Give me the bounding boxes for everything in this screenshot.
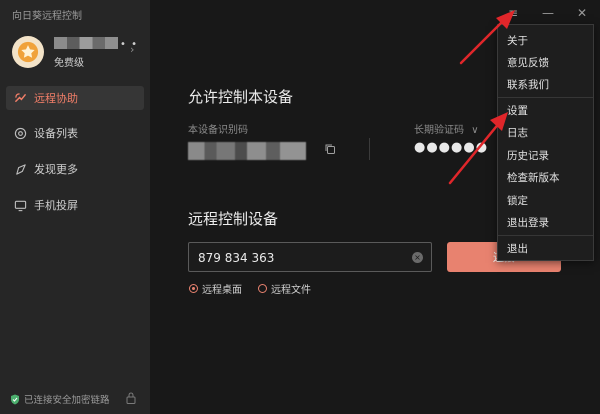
device-list-icon bbox=[14, 127, 27, 139]
verification-code-value: ●●●●●● bbox=[414, 140, 489, 155]
radio-checked-icon bbox=[189, 284, 198, 293]
verification-code-label[interactable]: 长期验证码 ∨ bbox=[414, 121, 479, 136]
menu-item-exit[interactable]: 退出 bbox=[498, 237, 593, 259]
divider bbox=[369, 138, 370, 160]
avatar[interactable] bbox=[12, 36, 44, 68]
menu-item-contact[interactable]: 联系我们 bbox=[498, 73, 593, 95]
chevron-right-icon[interactable]: › bbox=[130, 43, 134, 56]
app-window: 向日葵远程控制 • • › 免费级 远程协助 设备列表 发现更多 手机投屏 已连… bbox=[0, 0, 600, 414]
menu-item-settings[interactable]: 设置 bbox=[498, 99, 593, 121]
remote-assist-icon bbox=[15, 92, 26, 102]
sidebar-item-label: 设备列表 bbox=[34, 127, 78, 140]
sidebar-item-label: 远程协助 bbox=[34, 92, 78, 105]
chevron-down-icon: ∨ bbox=[471, 125, 479, 136]
radio-label: 远程桌面 bbox=[202, 285, 242, 296]
sidebar-item-label: 发现更多 bbox=[34, 163, 78, 176]
allow-control-title: 允许控制本设备 bbox=[188, 88, 294, 106]
menu-item-check-update[interactable]: 检查新版本 bbox=[498, 166, 593, 188]
sidebar-item-screen-cast[interactable]: 手机投屏 bbox=[6, 193, 144, 217]
sidebar-item-discover[interactable]: 发现更多 bbox=[6, 157, 144, 181]
menu-item-about[interactable]: 关于 bbox=[498, 29, 593, 51]
device-id-label: 本设备识别码 bbox=[188, 125, 248, 136]
remote-control-title: 远程控制设备 bbox=[188, 210, 279, 228]
clear-icon[interactable]: × bbox=[412, 252, 423, 263]
sidebar-item-device-list[interactable]: 设备列表 bbox=[6, 121, 144, 145]
menu-icon[interactable]: ≡ bbox=[506, 6, 520, 20]
lock-icon[interactable] bbox=[126, 392, 136, 404]
device-id-redacted bbox=[188, 142, 306, 160]
screen-cast-icon bbox=[14, 200, 27, 211]
star-icon bbox=[17, 41, 39, 63]
sidebar: 向日葵远程控制 • • › 免费级 远程协助 设备列表 发现更多 手机投屏 已连… bbox=[0, 0, 150, 414]
menu-item-history[interactable]: 历史记录 bbox=[498, 144, 593, 166]
remote-id-field[interactable]: × bbox=[188, 242, 432, 272]
discover-icon bbox=[16, 163, 26, 175]
user-name-redacted bbox=[54, 37, 118, 49]
radio-unchecked-icon bbox=[258, 284, 267, 293]
shield-icon bbox=[11, 394, 19, 404]
sidebar-item-remote-assist[interactable]: 远程协助 bbox=[6, 86, 144, 110]
radio-remote-file[interactable]: 远程文件 bbox=[258, 281, 311, 296]
radio-label: 远程文件 bbox=[271, 285, 311, 296]
app-title: 向日葵远程控制 bbox=[12, 11, 82, 22]
menu-item-lock[interactable]: 锁定 bbox=[498, 189, 593, 211]
radio-remote-desktop[interactable]: 远程桌面 bbox=[189, 281, 242, 296]
minimize-icon[interactable]: — bbox=[541, 6, 555, 20]
menu-item-feedback[interactable]: 意见反馈 bbox=[498, 51, 593, 73]
verification-code-label-text: 长期验证码 bbox=[414, 125, 464, 136]
connection-status-label: 已连接安全加密链路 bbox=[24, 395, 110, 406]
menu-item-logout[interactable]: 退出登录 bbox=[498, 211, 593, 233]
sidebar-item-label: 手机投屏 bbox=[34, 199, 78, 212]
close-icon[interactable]: ✕ bbox=[575, 6, 589, 20]
copy-icon[interactable] bbox=[324, 143, 336, 155]
user-name-suffix: • • bbox=[120, 39, 138, 50]
main-menu-dropdown: 关于 意见反馈 联系我们 设置 日志 历史记录 检查新版本 锁定 退出登录 退出 bbox=[497, 24, 594, 261]
menu-separator bbox=[498, 235, 593, 236]
menu-item-log[interactable]: 日志 bbox=[498, 121, 593, 143]
user-level: 免费级 bbox=[54, 58, 84, 69]
menu-separator bbox=[498, 97, 593, 98]
remote-id-input[interactable] bbox=[198, 249, 398, 267]
connection-status: 已连接安全加密链路 bbox=[10, 392, 110, 406]
